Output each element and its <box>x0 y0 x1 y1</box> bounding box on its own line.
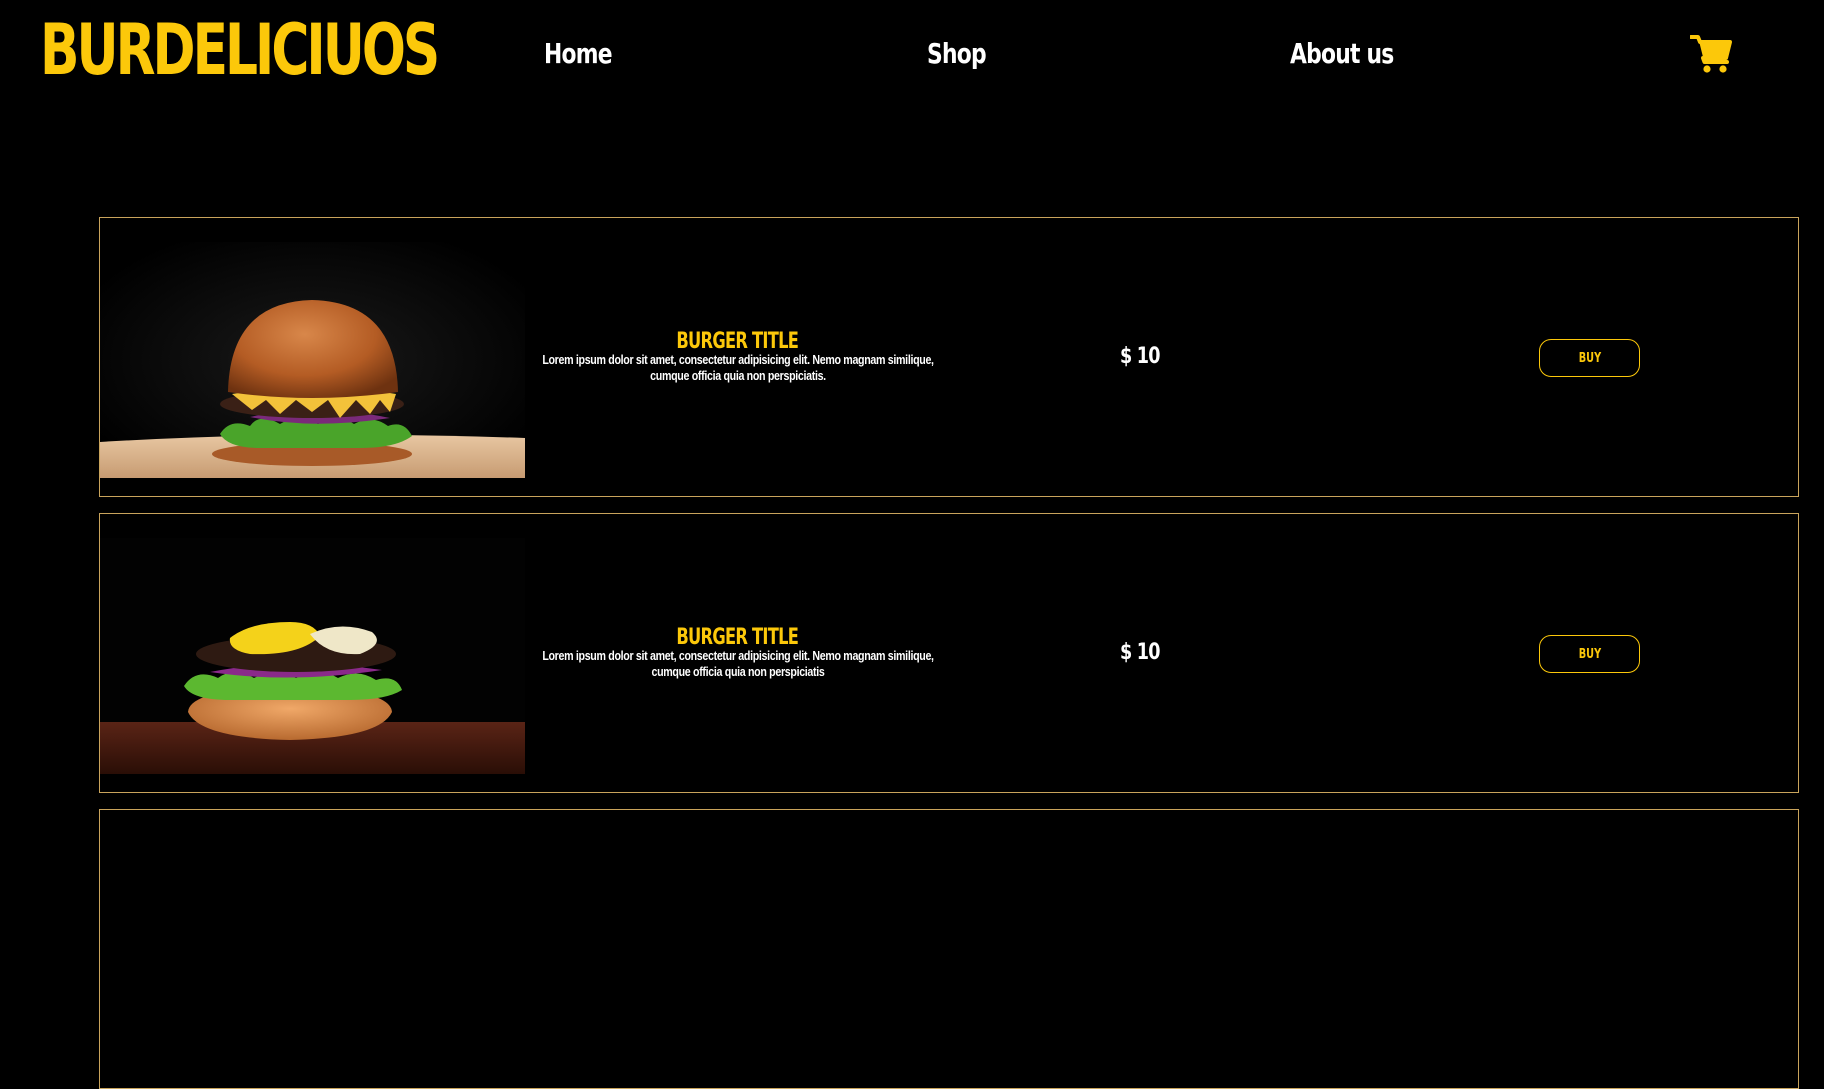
navbar: BURDELICIUOS Home Shop About us <box>0 0 1824 110</box>
product-info: BURGER TITLE Lorem ipsum dolor sit amet,… <box>525 626 950 680</box>
product-card <box>99 809 1799 1089</box>
product-card: BURGER TITLE Lorem ipsum dolor sit amet,… <box>99 217 1799 497</box>
product-price: $ 10 <box>1120 640 1160 665</box>
shopping-cart-icon[interactable] <box>1689 34 1734 74</box>
product-card: BURGER TITLE Lorem ipsum dolor sit amet,… <box>99 513 1799 793</box>
buy-button-label: BUY <box>1578 350 1601 366</box>
nav-about-link[interactable]: About us <box>1290 34 1394 74</box>
buy-button[interactable]: BUY <box>1539 635 1640 673</box>
buy-button[interactable]: BUY <box>1539 339 1640 377</box>
burger-image <box>100 538 525 774</box>
product-title: BURGER TITLE <box>676 625 799 650</box>
product-description: Lorem ipsum dolor sit amet, consectetur … <box>542 352 934 383</box>
product-info: BURGER TITLE Lorem ipsum dolor sit amet,… <box>525 330 950 384</box>
product-description: Lorem ipsum dolor sit amet, consectetur … <box>542 648 934 679</box>
product-title: BURGER TITLE <box>676 329 799 354</box>
brand-logo[interactable]: BURDELICIUOS <box>40 10 440 90</box>
product-price: $ 10 <box>1120 344 1160 369</box>
nav-home-link[interactable]: Home <box>544 34 613 74</box>
nav-shop-link[interactable]: Shop <box>927 34 987 74</box>
burger-image <box>100 242 525 478</box>
buy-button-label: BUY <box>1578 646 1601 662</box>
